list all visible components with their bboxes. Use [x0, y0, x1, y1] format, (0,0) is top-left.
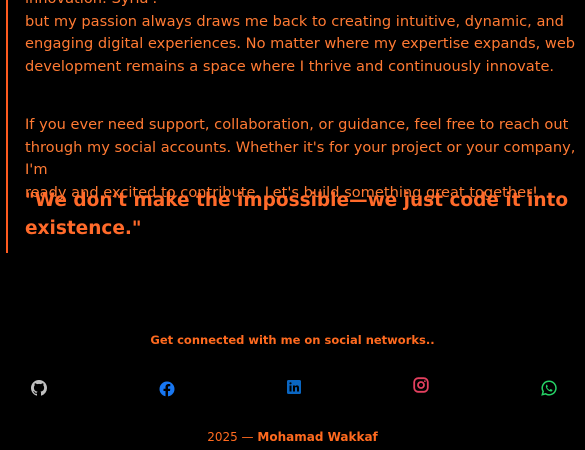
about-line: innovation: Syria'. [25, 0, 585, 11]
footer-author: Mohamad Wakkaf [257, 430, 378, 444]
footer-year: 2025 — [207, 430, 254, 444]
facebook-icon[interactable] [159, 381, 175, 397]
instagram-icon[interactable] [413, 377, 429, 393]
quote-line: existence." [25, 218, 142, 239]
footer: 2025 — Mohamad Wakkaf [0, 430, 585, 444]
whatsapp-icon[interactable] [541, 380, 557, 396]
linkedin-icon[interactable] [286, 379, 302, 395]
about-line: through my social accounts. Whether it's… [25, 138, 576, 179]
about-paragraph-1: innovation: Syria'. but my passion alway… [25, 0, 585, 79]
about-section: innovation: Syria'. but my passion alway… [6, 0, 575, 253]
about-line: but my passion always draws me back to c… [25, 12, 564, 30]
about-line: If you ever need support, collaboration,… [25, 116, 569, 133]
motto-quote: "We don't make the impossible—we just co… [25, 187, 573, 243]
github-icon[interactable] [31, 380, 47, 396]
social-heading: Get connected with me on social networks… [150, 333, 435, 347]
about-line: engaging digital experiences. No matter … [25, 35, 576, 53]
quote-line: "We don't make the impossible—we just co… [25, 190, 569, 211]
about-line: development remains a space where I thri… [25, 58, 555, 76]
